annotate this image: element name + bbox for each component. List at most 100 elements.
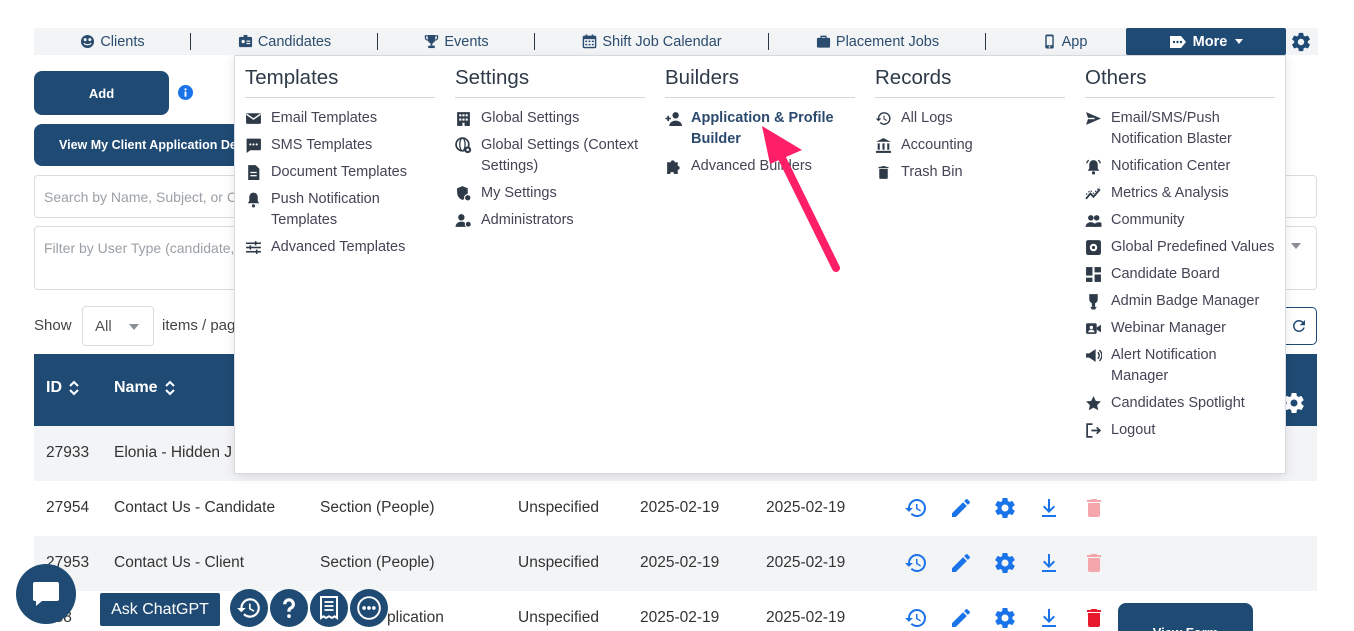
- page-size-select[interactable]: All: [82, 306, 154, 346]
- menu-item-application-profile-builder[interactable]: Application & Profile Builder: [665, 105, 855, 153]
- menu-item-global-settings-context[interactable]: Global Settings (Context Settings): [455, 132, 645, 180]
- tag-icon: [1169, 35, 1186, 48]
- view-client-application-demo-button[interactable]: View My Client Application Demo: [34, 124, 264, 166]
- nav-label: App: [1061, 33, 1088, 50]
- video-icon: [1086, 323, 1101, 334]
- edit-pencil-icon[interactable]: [949, 496, 973, 520]
- settings-gear-icon[interactable]: [993, 551, 1017, 575]
- menu-item-label: Webinar Manager: [1111, 320, 1226, 336]
- menu-item-metrics-analysis[interactable]: Metrics & Analysis: [1085, 180, 1275, 207]
- refresh-icon: [1292, 320, 1305, 332]
- info-icon[interactable]: [178, 85, 193, 100]
- chevron-down-icon: [129, 324, 139, 330]
- more-options-fab[interactable]: [350, 589, 388, 627]
- column-header-id[interactable]: ID: [46, 379, 80, 397]
- nav-candidates[interactable]: Candidates: [191, 28, 378, 55]
- menu-item-advanced-templates[interactable]: Advanced Templates: [245, 234, 435, 261]
- menu-item-logout[interactable]: Logout: [1085, 417, 1275, 444]
- nav-placement-jobs[interactable]: Placement Jobs: [769, 28, 986, 55]
- edit-pencil-icon[interactable]: [949, 606, 973, 630]
- menu-item-candidate-board[interactable]: Candidate Board: [1085, 261, 1275, 288]
- gear-icon[interactable]: [1290, 31, 1312, 53]
- menu-item-label: Community: [1111, 212, 1185, 228]
- download-icon[interactable]: [1037, 496, 1061, 520]
- column-header-name[interactable]: Name: [114, 379, 176, 397]
- menu-item-administrators[interactable]: Administrators: [455, 207, 645, 234]
- menu-item-sms-templates[interactable]: SMS Templates: [245, 132, 435, 159]
- menu-item-global-settings[interactable]: Global Settings: [455, 105, 645, 132]
- globe-icon: [81, 34, 95, 49]
- ask-chatgpt-button[interactable]: Ask ChatGPT: [100, 593, 220, 626]
- nav-events[interactable]: Events: [378, 28, 535, 55]
- settings-gear-icon[interactable]: [993, 496, 1017, 520]
- menu-item-label: Email Templates: [271, 110, 378, 126]
- delete-trash-icon: [1087, 554, 1101, 572]
- menu-item-community[interactable]: Community: [1085, 207, 1275, 234]
- menu-item-all-logs[interactable]: All Logs: [875, 105, 1065, 132]
- cell-id: 27933: [46, 444, 90, 461]
- items-per-page-label: items / page: [162, 317, 244, 334]
- help-fab[interactable]: [270, 589, 308, 627]
- chat-widget-button[interactable]: [16, 564, 76, 624]
- menu-item-alert-notification-manager[interactable]: Alert Notification Manager: [1085, 342, 1275, 390]
- menu-item-email-templates[interactable]: Email Templates: [245, 105, 435, 132]
- trophy-icon: [425, 34, 439, 49]
- menu-item-advanced-builders[interactable]: Advanced Builders: [665, 153, 855, 180]
- view-form-button[interactable]: View Form: [1118, 603, 1253, 631]
- cell-name[interactable]: Contact Us - Candidate: [114, 499, 275, 517]
- menu-item-label: SMS Templates: [271, 137, 373, 153]
- menu-item-notification-center[interactable]: Notification Center: [1085, 153, 1275, 180]
- menu-item-label: Alert Notification Manager: [1111, 347, 1217, 384]
- cell-name[interactable]: Elonia - Hidden J: [114, 444, 232, 462]
- menu-item-document-templates[interactable]: Document Templates: [245, 159, 435, 186]
- menu-item-label: Advanced Builders: [691, 158, 812, 174]
- cell-updated: 2025-02-19: [766, 554, 846, 571]
- add-button[interactable]: Add: [34, 71, 169, 115]
- menu-column-title: Templates: [245, 66, 435, 98]
- globe-gear-icon: [455, 137, 472, 154]
- receipt-fab[interactable]: [310, 589, 348, 627]
- logout-icon: [1086, 423, 1102, 438]
- menu-item-label: Accounting: [901, 137, 973, 153]
- more-menu-button[interactable]: More: [1126, 28, 1286, 55]
- table-row[interactable]: 958 plication Unspecified 2025-02-19 202…: [34, 591, 1317, 631]
- table-row[interactable]: 27954 Contact Us - Candidate Section (Pe…: [34, 481, 1317, 536]
- nav-clients[interactable]: Clients: [34, 28, 191, 55]
- menu-item-webinar-manager[interactable]: Webinar Manager: [1085, 315, 1275, 342]
- nav-shift-job-calendar[interactable]: Shift Job Calendar: [535, 28, 769, 55]
- menu-column-title: Others: [1085, 66, 1275, 98]
- column-header-label: Name: [114, 379, 158, 396]
- menu-item-label: Candidates Spotlight: [1111, 395, 1245, 411]
- document-icon: [248, 165, 260, 180]
- refresh-button[interactable]: [1281, 307, 1317, 345]
- edit-pencil-icon[interactable]: [949, 551, 973, 575]
- nav-app[interactable]: App: [986, 28, 1143, 55]
- history-icon[interactable]: [904, 496, 928, 520]
- bell-icon: [247, 192, 260, 208]
- history-icon[interactable]: [904, 606, 928, 630]
- puzzle-piece-icon: [667, 160, 680, 174]
- cell-type: Section (People): [320, 554, 435, 571]
- chevron-down-icon: [1291, 243, 1301, 249]
- trash-icon: [878, 166, 889, 179]
- dashboard-icon: [1086, 267, 1101, 282]
- menu-item-label: Administrators: [481, 212, 574, 228]
- delete-trash-icon[interactable]: [1082, 606, 1106, 630]
- menu-item-candidates-spotlight[interactable]: Candidates Spotlight: [1085, 390, 1275, 417]
- table-row[interactable]: 27953 Contact Us - Client Section (Peopl…: [34, 536, 1317, 591]
- menu-item-accounting[interactable]: Accounting: [875, 132, 1065, 159]
- menu-item-global-predefined-values[interactable]: Global Predefined Values: [1085, 234, 1275, 261]
- settings-gear-icon[interactable]: [993, 606, 1017, 630]
- menu-item-notification-blaster[interactable]: Email/SMS/Push Notification Blaster: [1085, 105, 1275, 153]
- history-fab[interactable]: [230, 589, 268, 627]
- download-icon[interactable]: [1037, 606, 1061, 630]
- history-icon[interactable]: [904, 551, 928, 575]
- download-icon[interactable]: [1037, 551, 1061, 575]
- cell-created: 2025-02-19: [640, 554, 720, 571]
- menu-item-admin-badge-manager[interactable]: Admin Badge Manager: [1085, 288, 1275, 315]
- menu-item-trash-bin[interactable]: Trash Bin: [875, 159, 1065, 186]
- menu-item-label: All Logs: [901, 110, 953, 126]
- menu-item-push-notification-templates[interactable]: Push Notification Templates: [245, 186, 435, 234]
- menu-item-my-settings[interactable]: My Settings: [455, 180, 645, 207]
- cell-name[interactable]: Contact Us - Client: [114, 554, 244, 572]
